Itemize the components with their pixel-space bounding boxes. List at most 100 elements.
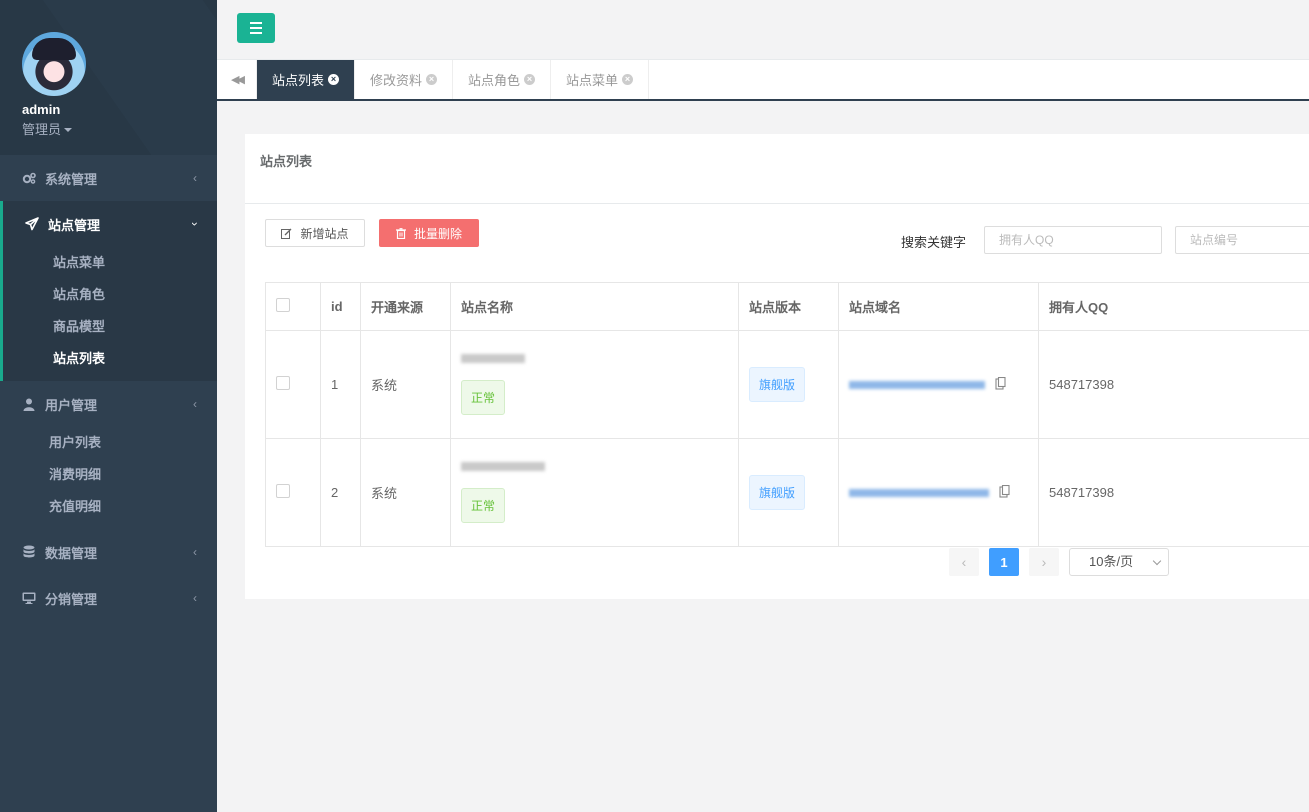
page-size-value: 10条/页 [1089,554,1134,569]
col-site-name: 站点名称 [450,282,739,331]
site-id-input[interactable] [1175,226,1309,254]
hamburger-icon-line [250,27,262,29]
cell-version: 旗舰版 [738,330,839,439]
page-size-select[interactable]: 10条/页 [1069,548,1169,576]
nav-system: 系统管理 ‹ [0,155,217,201]
nav-user: 用户管理 ‹ 用户列表 消费明细 充值明细 [0,381,217,529]
database-icon [22,545,36,559]
add-site-button[interactable]: 新增站点 [265,219,365,247]
cell-owner-qq: 548717398 [1038,438,1309,547]
nav-user-label: 用户管理 [45,397,98,413]
cell-owner-qq: 548717398 [1038,330,1309,439]
sidebar-item-site-list[interactable]: 站点列表 [3,343,217,375]
chevron-left-icon: ‹ [193,591,197,605]
cell-source: 系统 [360,330,451,439]
select-all-cell [265,282,321,331]
tab-scroll-left-icon[interactable]: ◀◀ [217,60,257,99]
page-tabs: ◀◀ 站点列表 × 修改资料 × 站点角色 × 站点菜单 × [217,60,1309,101]
sidebar-item-site-role[interactable]: 站点角色 [3,279,217,311]
cogs-icon [22,171,36,185]
redacted-site-name [461,462,545,471]
cell-id: 1 [320,330,361,439]
row-select-cell [265,330,321,439]
nav-data-link[interactable]: 数据管理 ‹ [0,529,217,575]
top-bar [217,0,1309,60]
nav-distribution-link[interactable]: 分销管理 ‹ [0,575,217,621]
close-icon[interactable]: × [328,74,340,85]
batch-delete-label: 批量删除 [413,226,462,241]
table-row: 2 系统 正常 旗舰版 548717398 [265,438,1309,547]
site-table: id 开通来源 站点名称 站点版本 站点域名 拥有人QQ 1 系统 正常 旗舰版 [265,282,1309,547]
copy-icon[interactable] [999,484,1010,501]
sidebar-item-site-menu[interactable]: 站点菜单 [3,247,217,279]
redacted-domain-link[interactable] [849,380,985,389]
redacted-domain-link[interactable] [849,488,989,497]
row-checkbox[interactable] [276,484,290,498]
close-icon[interactable]: × [426,74,438,85]
username: admin [22,102,61,117]
tab-site-menu[interactable]: 站点菜单 × [551,60,650,99]
add-site-label: 新增站点 [300,226,349,241]
cell-version: 旗舰版 [738,438,839,547]
chevron-left-icon: ‹ [193,545,197,559]
chevron-down-icon: › [188,222,202,226]
owner-qq-input[interactable] [984,226,1162,254]
nav-system-link[interactable]: 系统管理 ‹ [0,155,217,201]
col-source: 开通来源 [360,282,451,331]
role-dropdown[interactable]: 管理员 [22,119,217,138]
cell-site-name: 正常 [450,438,739,547]
tab-site-list[interactable]: 站点列表 × [257,60,356,99]
version-badge: 旗舰版 [749,475,806,510]
close-icon[interactable]: × [524,74,536,85]
sidebar-item-product-model[interactable]: 商品模型 [3,311,217,343]
user-icon [22,397,36,411]
profile-block: admin 管理员 [0,0,217,155]
cell-site-name: 正常 [450,330,739,439]
sidebar-item-user-list[interactable]: 用户列表 [0,427,217,459]
sidebar-item-consumption[interactable]: 消费明细 [0,459,217,491]
nav-user-submenu: 用户列表 消费明细 充值明细 [0,427,217,529]
row-select-cell [265,438,321,547]
tab-site-role[interactable]: 站点角色 × [453,60,552,99]
cell-id: 2 [320,438,361,547]
nav-user-link[interactable]: 用户管理 ‹ [0,381,217,427]
batch-delete-button[interactable]: 批量删除 [379,219,479,247]
col-domain: 站点域名 [838,282,1039,331]
table-row: 1 系统 正常 旗舰版 548717398 [265,330,1309,439]
table-header-row: id 开通来源 站点名称 站点版本 站点域名 拥有人QQ [265,282,1309,331]
cell-source: 系统 [360,438,451,547]
nav-distribution-label: 分销管理 [45,591,98,607]
chevron-left-icon: ‹ [193,397,197,411]
cell-domain [838,438,1039,547]
menu-toggle-button[interactable] [237,13,275,43]
tab-label: 站点角色 [468,73,521,88]
chevron-down-icon [1152,556,1162,566]
nav-data: 数据管理 ‹ [0,529,217,575]
hamburger-icon-line [250,22,262,24]
prev-page-button[interactable]: ‹ [949,548,979,576]
nav-site-label: 站点管理 [48,217,101,233]
edit-icon [281,228,292,239]
next-page-button[interactable]: › [1029,548,1059,576]
select-all-checkbox[interactable] [276,298,290,312]
row-checkbox[interactable] [276,376,290,390]
page-number-button[interactable]: 1 [989,548,1019,576]
col-version: 站点版本 [738,282,839,331]
copy-icon[interactable] [995,376,1006,393]
nav-distribution: 分销管理 ‹ [0,575,217,621]
tab-label: 站点列表 [272,73,325,88]
chevron-left-icon: ‹ [193,171,197,185]
site-list-panel: 站点列表 新增站点 批量删除 搜索关键字 id 开通来源 站点名称 站点版本 站… [245,134,1309,599]
role-label: 管理员 [22,122,62,137]
nav-site-link[interactable]: 站点管理 › [3,201,217,247]
close-icon[interactable]: × [622,74,634,85]
desktop-icon [22,591,36,605]
tab-label: 修改资料 [370,73,423,88]
sidebar: admin 管理员 系统管理 ‹ 站点管理 › 站点菜单 站点角色 商品模型 站… [0,0,217,812]
col-owner-qq: 拥有人QQ [1038,282,1309,331]
paper-plane-icon [25,217,39,231]
tab-edit-profile[interactable]: 修改资料 × [355,60,454,99]
avatar[interactable] [22,32,86,96]
status-badge: 正常 [461,380,506,415]
sidebar-item-recharge[interactable]: 充值明细 [0,491,217,523]
